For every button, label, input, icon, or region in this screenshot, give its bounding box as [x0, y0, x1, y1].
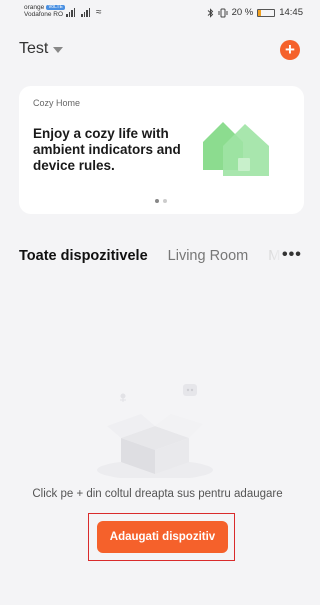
more-tabs-button[interactable]: ••• [282, 246, 302, 264]
add-device-plus-button[interactable]: + [280, 40, 300, 60]
tab-all-devices[interactable]: Toate dispozitivele [19, 248, 148, 264]
wifi-icon: ≈ [96, 7, 102, 18]
add-device-button[interactable]: Adaugati dispozitiv [97, 521, 228, 553]
promo-tag: Cozy Home [33, 98, 81, 108]
promo-text: Enjoy a cozy life with ambient indicator… [33, 126, 181, 173]
carousel-dot-active [155, 199, 159, 203]
home-name: Test [19, 40, 49, 57]
signal-bars-icon [81, 8, 90, 17]
status-right: 20 % 14:45 [207, 7, 303, 18]
signal-indicators: ≈ [66, 7, 102, 18]
house-icon [203, 122, 269, 176]
vibrate-icon [218, 8, 228, 17]
tab-living-room[interactable]: Living Room [168, 248, 249, 264]
chevron-down-icon [53, 47, 64, 53]
battery-fill [258, 9, 262, 16]
carrier2-name: Vodafone RO [24, 11, 64, 19]
clock: 14:45 [279, 7, 303, 18]
bluetooth-icon [207, 7, 213, 18]
promo-banner[interactable]: Cozy Home Enjoy a cozy life with ambient… [19, 86, 304, 214]
empty-state-hint: Click pe + din coltul dreapta sus pentru… [32, 488, 283, 500]
carousel-dot [163, 199, 167, 203]
tabs-fade-overlay [262, 244, 284, 268]
status-bar: orange VoLTE Vodafone RO ≈ 20 % 14:45 [0, 0, 315, 30]
plus-icon: + [285, 40, 295, 59]
home-selector[interactable]: Test [19, 40, 64, 58]
volte-badge: VoLTE [46, 3, 65, 11]
carrier1-name: orange [24, 4, 45, 11]
signal-bars-icon [66, 8, 75, 17]
room-tabs: Toate dispozitivele Living Room M [19, 248, 280, 264]
carrier-info: orange VoLTE Vodafone RO [24, 4, 65, 18]
carousel-dots [155, 199, 167, 203]
battery-percent: 20 % [231, 7, 254, 18]
empty-box-icon [97, 384, 213, 478]
battery-icon [257, 8, 276, 17]
